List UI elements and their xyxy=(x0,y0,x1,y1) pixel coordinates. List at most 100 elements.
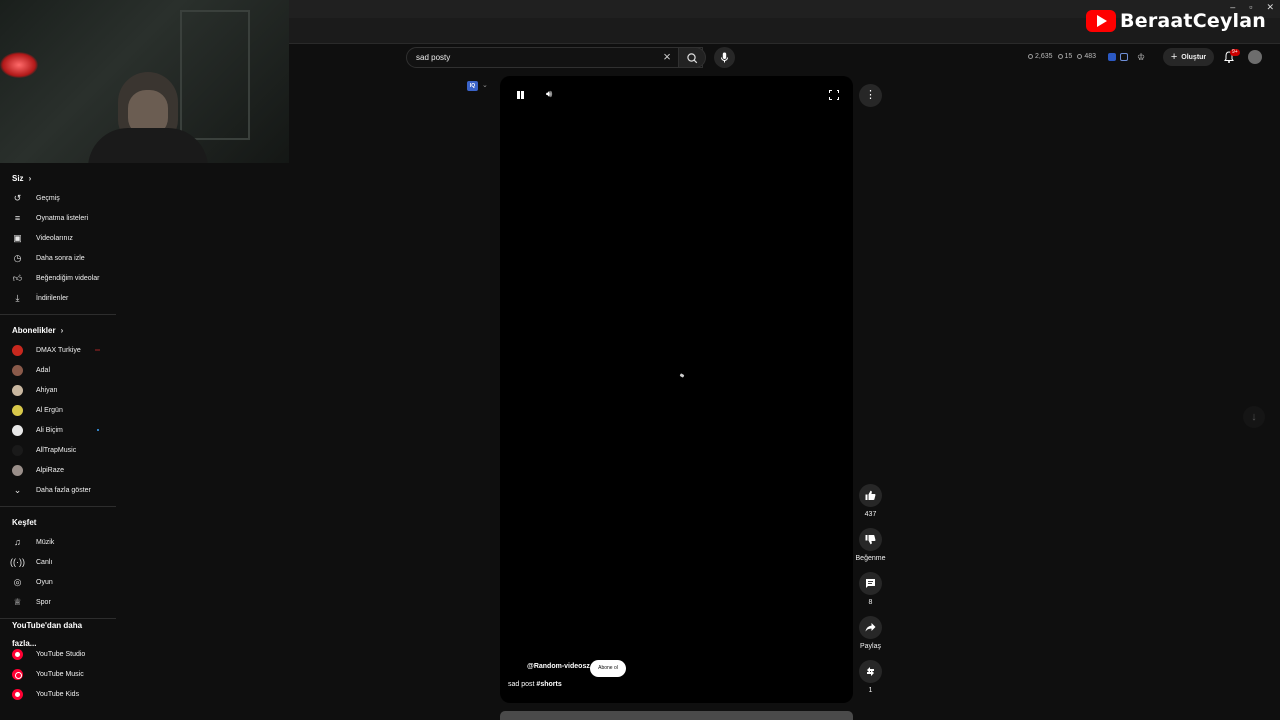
subscription-item[interactable]: AllTrapMusic xyxy=(0,440,116,460)
sidebar-item-label: Oyun xyxy=(36,578,53,586)
subscription-item[interactable]: Adal xyxy=(0,360,116,380)
thumbs-down-icon xyxy=(865,535,876,545)
sidebar-item-sports[interactable]: ♕ Spor xyxy=(0,592,116,612)
extension-iq-icon[interactable] xyxy=(1108,53,1116,61)
channel-avatar xyxy=(12,424,23,436)
dislike-button[interactable] xyxy=(859,528,882,551)
sidebar-item-music[interactable]: ♫ Müzik xyxy=(0,532,116,552)
close-icon[interactable]: ✕ xyxy=(1266,2,1274,13)
search-icon xyxy=(687,53,698,64)
comments-action: 8 xyxy=(859,572,882,606)
points-stat: 2,635 xyxy=(1028,53,1053,60)
youtube-studio-icon xyxy=(12,648,23,660)
live-indicator xyxy=(95,349,100,351)
comment-icon xyxy=(866,579,875,588)
subscription-label: DMAX Turkiye xyxy=(36,346,81,354)
watch-later-icon: ◷ xyxy=(13,252,22,263)
volume-icon[interactable]: 🔊︎ xyxy=(546,90,558,100)
clear-search-icon[interactable]: × xyxy=(660,50,674,64)
sidebar-item-history[interactable]: ↺ Geçmiş xyxy=(0,188,116,208)
sidebar-item-gaming[interactable]: ◎ Oyun xyxy=(0,572,116,592)
subscription-item[interactable]: Al Ergün xyxy=(0,400,116,420)
streak-stat: 15 xyxy=(1057,53,1072,60)
sidebar-item-downloads[interactable]: ⤓ İndirilenler xyxy=(0,288,116,308)
search-input[interactable]: sad posty xyxy=(406,47,703,68)
iq-extension-icon[interactable]: IQ xyxy=(467,81,478,91)
sidebar-item-youtube-kids[interactable]: YouTube Kids xyxy=(0,684,116,704)
subscription-label: Ali Biçim xyxy=(36,426,63,434)
extension-list-icon[interactable] xyxy=(1120,53,1128,61)
sidebar-item-liked-videos[interactable]: 👍︎ Beğendiğim videolar xyxy=(0,268,116,288)
remix-action: 1 xyxy=(859,660,882,694)
sidebar-section-subscriptions[interactable]: Abonelikler › xyxy=(0,322,116,340)
sidebar-section-explore: Keşfet xyxy=(0,514,116,532)
subscription-item[interactable]: AlpiRaze xyxy=(0,460,116,480)
trophy-icon: ♕ xyxy=(13,596,22,607)
like-button[interactable] xyxy=(859,484,882,507)
remix-button[interactable] xyxy=(859,660,882,683)
youtube-music-icon xyxy=(12,668,23,680)
mic-icon xyxy=(721,52,728,63)
watermark-name: BeraatCeylan xyxy=(1120,10,1266,32)
subscription-label: Al Ergün xyxy=(36,406,63,414)
channel-handle[interactable]: @Random-videosz xyxy=(527,663,590,670)
sidebar-divider xyxy=(0,314,116,315)
channel-avatar xyxy=(12,364,23,376)
sidebar-item-label: Canlı xyxy=(36,558,53,566)
account-avatar[interactable] xyxy=(1248,50,1262,64)
youtube-kids-icon xyxy=(12,688,23,700)
chevron-down-icon: ⌄ xyxy=(13,484,22,495)
subscription-item[interactable]: Ahiyan xyxy=(0,380,116,400)
sidebar-section-you[interactable]: Siz › xyxy=(0,170,116,188)
share-button[interactable] xyxy=(859,616,882,639)
section-title: Keşfet xyxy=(12,518,37,527)
pause-icon[interactable] xyxy=(516,90,525,100)
sidebar-item-label: Beğendiğim videolar xyxy=(36,274,100,282)
streak-icon xyxy=(1057,53,1063,59)
thumbs-up-icon xyxy=(865,490,876,500)
more-options-button[interactable]: ⋮ xyxy=(859,84,882,107)
subscription-label: AllTrapMusic xyxy=(36,446,77,454)
chevron-right-icon: › xyxy=(28,174,32,183)
chevron-down-icon[interactable]: ⌄ xyxy=(482,81,488,89)
like-count: 437 xyxy=(864,511,877,518)
live-icon: ((·)) xyxy=(10,557,25,567)
remix-icon xyxy=(867,667,874,676)
next-video-preview[interactable] xyxy=(500,711,853,720)
voice-search-button[interactable] xyxy=(714,47,735,68)
show-more-label: Daha fazla göster xyxy=(36,486,91,494)
share-label: Paylaş xyxy=(859,643,881,650)
views-stat: 483 xyxy=(1077,53,1096,60)
video-title-text: sad post xyxy=(508,681,537,688)
sidebar-divider xyxy=(0,506,116,507)
comments-button[interactable] xyxy=(859,572,882,595)
hashtag-link[interactable]: #shorts xyxy=(536,681,561,688)
webcam-shelf xyxy=(180,10,250,140)
history-icon: ↺ xyxy=(13,192,22,203)
dislike-action: Beğenme xyxy=(856,528,885,562)
sidebar-item-watch-later[interactable]: ◷ Daha sonra izle xyxy=(0,248,116,268)
sidebar-item-playlists[interactable]: ≡ Oynatma listeleri xyxy=(0,208,116,228)
subscription-item[interactable]: DMAX Turkiye xyxy=(0,340,116,360)
sidebar-item-your-videos[interactable]: ▣ Videolarınız xyxy=(0,228,116,248)
channel-avatar xyxy=(12,464,23,476)
sidebar-item-label: Müzik xyxy=(36,538,55,546)
fullscreen-icon-mask xyxy=(827,93,841,97)
sidebar-item-youtube-music[interactable]: YouTube Music xyxy=(0,664,116,684)
search-button[interactable] xyxy=(678,47,706,68)
extension-trophy-icon[interactable]: ♔ xyxy=(1137,52,1147,62)
sidebar-item-label: YouTube Kids xyxy=(36,690,80,698)
subscribe-button[interactable]: Abone ol xyxy=(590,660,626,677)
subscription-label: Adal xyxy=(36,366,51,374)
sidebar-item-live[interactable]: ((·)) Canlı xyxy=(0,552,116,572)
next-video-button[interactable]: ↓ xyxy=(1243,406,1265,428)
webcam-red-light xyxy=(0,52,38,78)
sidebar-item-youtube-studio[interactable]: YouTube Studio xyxy=(0,644,116,664)
sidebar-item-label: Oynatma listeleri xyxy=(36,214,89,222)
sidebar-item-label: YouTube Music xyxy=(36,670,84,678)
create-button[interactable]: + Oluştur xyxy=(1163,48,1214,66)
eye-icon xyxy=(1077,53,1083,59)
show-more-button[interactable]: ⌄ Daha fazla göster xyxy=(0,480,116,500)
subscription-item[interactable]: Ali Biçim xyxy=(0,420,116,440)
shorts-player[interactable] xyxy=(500,76,853,703)
